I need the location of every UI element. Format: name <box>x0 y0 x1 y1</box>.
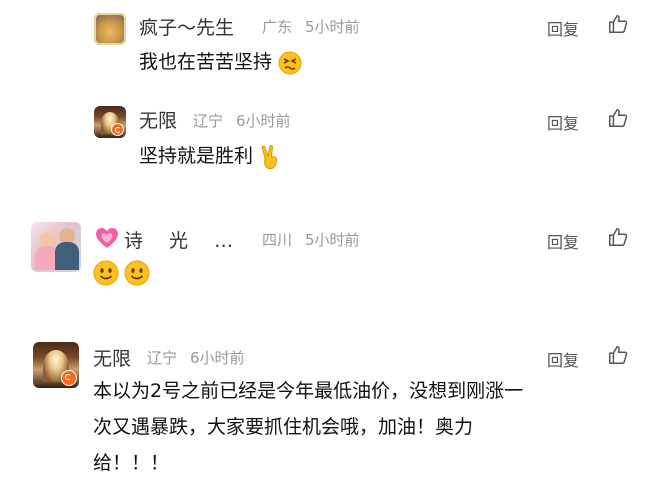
comment-body: 坚持就是胜利 <box>139 138 281 174</box>
reply-button[interactable]: 回复 <box>547 229 579 253</box>
reply-button[interactable]: 回复 <box>547 347 579 371</box>
thumbs-up-icon[interactable] <box>607 226 629 248</box>
comment-text: 我也在苦苦坚持 <box>139 51 273 73</box>
thumbs-up-icon[interactable] <box>607 13 629 35</box>
comment-text: 坚持就是胜利 <box>139 145 254 167</box>
comment-location: 广东 <box>262 18 293 36</box>
avatar-image <box>55 242 79 270</box>
comment-text-line: 给！！！ <box>93 452 170 474</box>
avatar[interactable] <box>33 342 79 388</box>
avatar[interactable] <box>94 13 126 45</box>
smiling-face-emoji <box>124 260 150 286</box>
comment-time: 5小时前 <box>305 231 360 249</box>
comment-author-name[interactable]: 疯子～先生 <box>139 13 234 40</box>
comment-body: 我也在苦苦坚持 <box>139 44 302 80</box>
comment-location: 辽宁 <box>193 112 224 130</box>
persevering-face-emoji <box>278 51 302 74</box>
comment-body: 本以为2号之前已经是今年最低油价，没想到刚涨一 次又遇暴跌，大家要抓住机会哦，加… <box>93 373 653 481</box>
comment-time: 5小时前 <box>305 18 360 36</box>
verified-badge-icon <box>111 123 124 136</box>
growing-heart-icon <box>96 228 118 248</box>
thumbs-up-icon[interactable] <box>607 107 629 129</box>
reply-button[interactable]: 回复 <box>547 16 579 40</box>
comment-author-name[interactable]: 无限 <box>139 106 177 133</box>
smiling-face-emoji <box>93 260 119 286</box>
comment-author-name[interactable]: 诗 光 … <box>124 226 233 253</box>
avatar[interactable] <box>31 222 81 272</box>
comment-location: 四川 <box>262 231 293 249</box>
comment-time: 6小时前 <box>236 112 291 130</box>
avatar[interactable] <box>94 106 126 138</box>
reply-button[interactable]: 回复 <box>547 110 579 134</box>
verified-badge-icon <box>61 370 77 386</box>
comment-body <box>93 260 150 286</box>
comment-author-name[interactable]: 无限 <box>93 344 131 371</box>
comment-text-line: 本以为2号之前已经是今年最低油价，没想到刚涨一 <box>93 380 524 402</box>
victory-hand-emoji <box>261 144 278 169</box>
thumbs-up-icon[interactable] <box>607 344 629 366</box>
comment-time: 6小时前 <box>190 349 245 367</box>
comment-text-line: 次又遇暴跌，大家要抓住机会哦，加油！奥力 <box>93 416 474 438</box>
comment-location: 辽宁 <box>147 349 178 367</box>
avatar-frame <box>94 13 126 45</box>
